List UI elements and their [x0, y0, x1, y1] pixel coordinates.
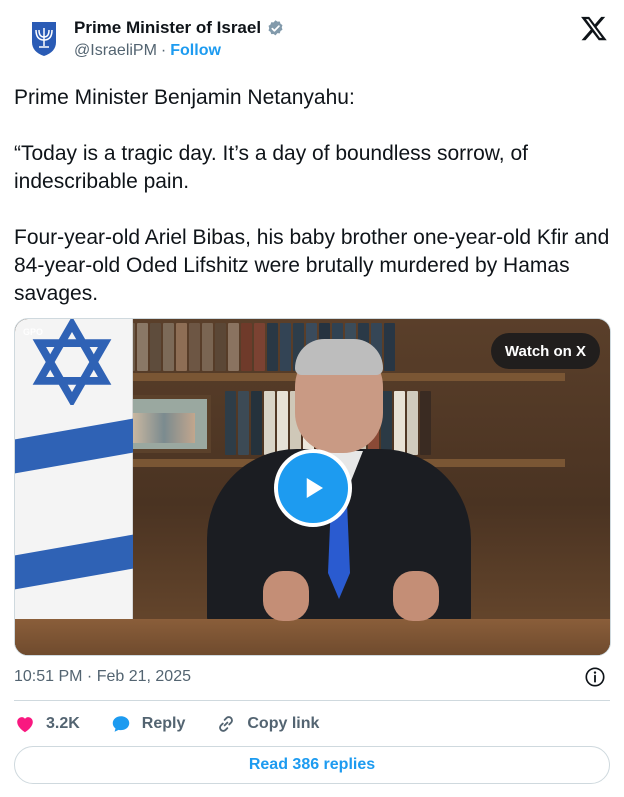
tweet-meta: 10:51 PM · Feb 21, 2025: [14, 664, 610, 690]
author-block: Prime Minister of Israel @IsraeliPM · Fo…: [74, 16, 285, 60]
action-bar: 3.2K Reply Copy link: [14, 710, 610, 738]
tweet-paragraph: Four-year-old Ariel Bibas, his baby brot…: [14, 226, 616, 305]
x-logo-icon[interactable]: [580, 14, 608, 42]
avatar[interactable]: [22, 16, 66, 60]
heart-icon: [17, 717, 33, 733]
speech-bubble-icon: [112, 716, 130, 732]
reply-button[interactable]: Reply: [110, 713, 186, 735]
video-player[interactable]: GPO Watch on X: [14, 318, 611, 656]
author-handle[interactable]: @IsraeliPM: [74, 42, 157, 60]
menorah-emblem-icon: [32, 22, 56, 56]
separator-dot: ·: [160, 42, 167, 59]
speaker-hair: [295, 339, 383, 375]
link-icon: [219, 716, 234, 732]
play-button[interactable]: [274, 449, 352, 527]
copy-link-button[interactable]: Copy link: [215, 713, 319, 735]
like-button[interactable]: 3.2K: [14, 713, 80, 735]
speaker-hand-left: [263, 571, 309, 621]
desk: [15, 619, 610, 655]
play-icon: [306, 478, 323, 498]
tweet-header: Prime Minister of Israel @IsraeliPM · Fo…: [14, 12, 610, 68]
info-icon[interactable]: [584, 666, 606, 688]
gpo-watermark: GPO: [23, 327, 44, 337]
author-name[interactable]: Prime Minister of Israel: [74, 18, 261, 38]
speaker-hand-right: [393, 571, 439, 621]
follow-button[interactable]: Follow: [170, 42, 221, 60]
timestamp[interactable]: 10:51 PM · Feb 21, 2025: [14, 668, 191, 686]
watch-on-x-button[interactable]: Watch on X: [490, 333, 600, 369]
verified-badge-icon: [266, 19, 285, 38]
copy-link-label: Copy link: [247, 715, 320, 732]
tweet-paragraph: “Today is a tragic day. It’s a day of bo…: [14, 142, 534, 193]
israeli-flag: [15, 319, 133, 619]
reply-label: Reply: [141, 715, 186, 732]
tweet-paragraph: Prime Minister Benjamin Netanyahu:: [14, 86, 355, 109]
divider: [14, 700, 610, 701]
like-count: 3.2K: [46, 715, 80, 732]
tweet-text: Prime Minister Benjamin Netanyahu: “Toda…: [14, 84, 610, 336]
read-replies-button[interactable]: Read 386 replies: [14, 746, 610, 784]
